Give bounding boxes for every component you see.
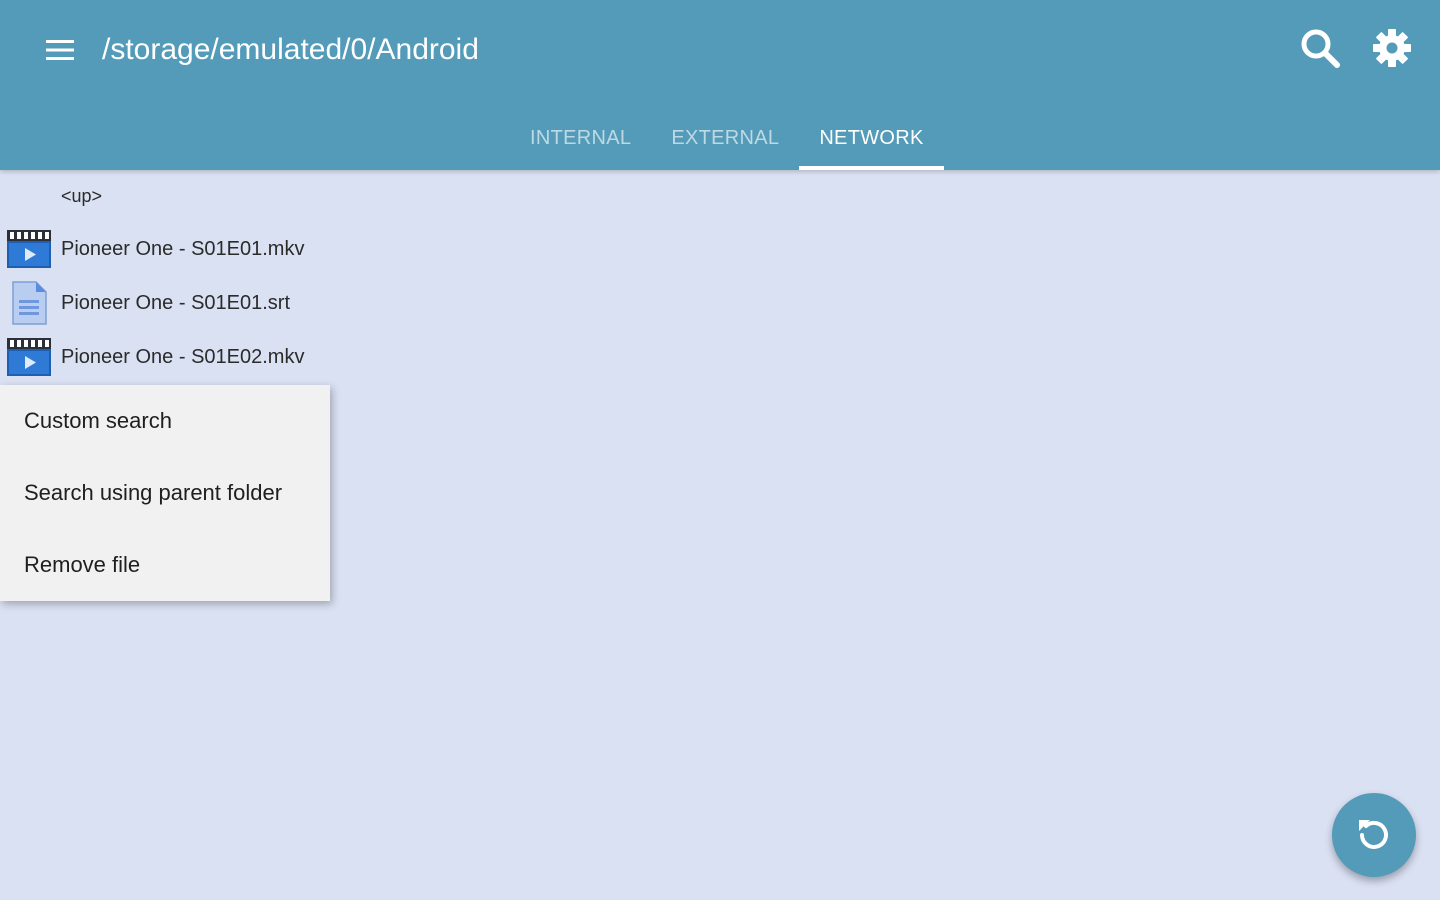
- file-name: <up>: [61, 185, 103, 206]
- settings-button[interactable]: [1362, 20, 1422, 76]
- tab-external-label: EXTERNAL: [671, 126, 780, 149]
- list-item[interactable]: Pioneer One - S01E01.srt: [0, 276, 600, 330]
- menu-item-remove-file[interactable]: Remove file: [0, 529, 330, 601]
- file-name: Pioneer One - S01E01.srt: [61, 291, 291, 314]
- refresh-button[interactable]: [1332, 793, 1416, 877]
- menu-item-search-parent-folder[interactable]: Search using parent folder: [0, 457, 330, 529]
- search-icon: [1301, 29, 1340, 68]
- video-file-icon: [7, 338, 51, 376]
- list-item-up[interactable]: <up>: [0, 170, 600, 222]
- tab-network-label: NETWORK: [819, 126, 924, 149]
- list-item[interactable]: Pioneer One - S01E01.mkv: [0, 222, 600, 276]
- active-tab-indicator: [799, 166, 944, 170]
- search-button[interactable]: [1290, 20, 1350, 76]
- context-menu: Custom search Search using parent folder…: [0, 385, 330, 601]
- file-name: Pioneer One - S01E01.mkv: [61, 237, 305, 260]
- page-title: /storage/emulated/0/Android: [102, 33, 479, 66]
- storage-tabs: INTERNAL EXTERNAL NETWORK: [510, 106, 944, 170]
- file-list: <up> Pioneer One - S01E01.mkv Pioneer On…: [0, 170, 600, 384]
- tab-network[interactable]: NETWORK: [799, 106, 944, 170]
- tab-internal[interactable]: INTERNAL: [510, 106, 651, 170]
- tab-external[interactable]: EXTERNAL: [651, 106, 799, 170]
- text-file-icon: [12, 281, 47, 325]
- hamburger-menu-icon: [46, 40, 74, 60]
- file-name: Pioneer One - S01E02.mkv: [61, 345, 305, 368]
- menu-button[interactable]: [30, 22, 90, 78]
- gear-icon: [1373, 29, 1411, 67]
- menu-item-custom-search[interactable]: Custom search: [0, 385, 330, 457]
- list-item[interactable]: Pioneer One - S01E02.mkv: [0, 330, 600, 384]
- empty-icon-slot: [4, 173, 54, 219]
- app-bar: /storage/emulated/0/Android INTERNAL EXT…: [0, 0, 1440, 170]
- tab-internal-label: INTERNAL: [530, 126, 632, 149]
- refresh-icon: [1359, 820, 1388, 849]
- video-file-icon: [7, 230, 51, 268]
